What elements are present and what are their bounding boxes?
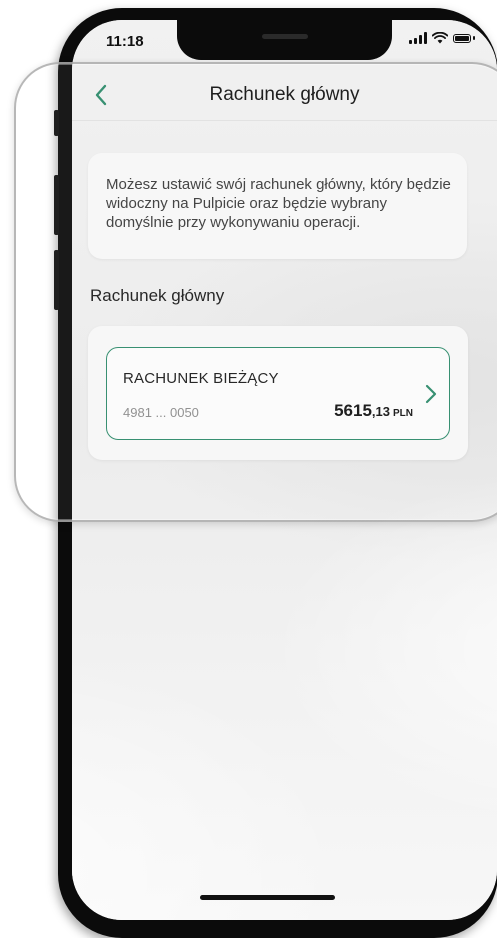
- status-time: 11:18: [106, 33, 144, 50]
- wifi-icon: [432, 32, 448, 44]
- balance-decimal: ,13: [371, 404, 390, 419]
- status-icons: [409, 32, 475, 44]
- home-indicator: [200, 895, 335, 900]
- back-button[interactable]: [86, 80, 116, 110]
- notch: [177, 20, 392, 60]
- balance-currency: PLN: [393, 408, 413, 419]
- battery-icon: [453, 33, 471, 43]
- phone-screen: 11:18 Rachunek główny Możesz ustawić swó…: [72, 20, 497, 920]
- battery-cap: [473, 36, 475, 40]
- header-divider: [72, 120, 497, 121]
- phone-side-button: [54, 175, 59, 235]
- top-header: Rachunek główny: [72, 72, 497, 118]
- chevron-right-icon: [421, 382, 441, 406]
- account-number: 4981 ... 0050: [123, 405, 199, 420]
- page-title: Rachunek główny: [209, 84, 360, 105]
- account-list: RACHUNEK BIEŻĄCY 4981 ... 0050 5615,13 PL…: [88, 326, 468, 460]
- chevron-left-icon: [95, 84, 107, 106]
- info-text: Możesz ustawić swój rachunek główny, któ…: [106, 176, 451, 231]
- section-title: Rachunek główny: [90, 286, 225, 305]
- account-card[interactable]: RACHUNEK BIEŻĄCY 4981 ... 0050 5615,13 PL…: [106, 347, 450, 440]
- speaker: [262, 34, 308, 39]
- phone-side-button: [54, 250, 59, 310]
- signal-icon: [409, 32, 427, 44]
- account-balance: 5615,13 PLN: [334, 401, 413, 421]
- balance-integer: 5615: [334, 401, 372, 420]
- account-name: RACHUNEK BIEŻĄCY: [123, 370, 279, 387]
- phone-side-button: [54, 110, 59, 136]
- info-card: Możesz ustawić swój rachunek główny, któ…: [88, 153, 467, 259]
